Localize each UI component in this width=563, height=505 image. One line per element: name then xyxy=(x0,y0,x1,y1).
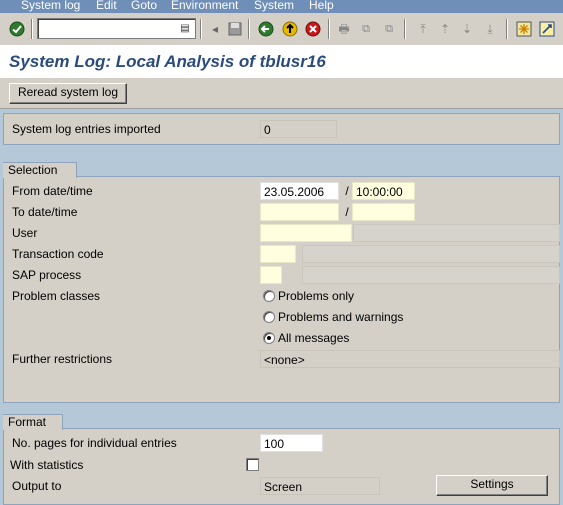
title-bar: System Log: Local Analysis of tblusr16 xyxy=(0,46,563,79)
user-description-field xyxy=(353,224,560,242)
menu-environment[interactable]: Environment xyxy=(171,0,238,12)
all-messages-label: All messages xyxy=(278,331,350,345)
exit-icon[interactable] xyxy=(281,20,299,38)
problem-classes-label: Problem classes xyxy=(9,287,259,305)
menu-edit[interactable]: Edit xyxy=(96,0,117,12)
to-datetime-label: To date/time xyxy=(9,203,259,221)
output-to-field[interactable]: Screen xyxy=(260,477,380,495)
pages-input[interactable]: 100 xyxy=(260,434,323,452)
find-next-icon[interactable]: ⧉ xyxy=(380,20,398,38)
toolbar-separator xyxy=(328,19,330,39)
last-page-icon[interactable]: ⤓ xyxy=(481,20,499,38)
toolbar-separator xyxy=(248,19,250,39)
toolbar-separator xyxy=(31,19,33,39)
back-icon[interactable] xyxy=(257,20,275,38)
reread-system-log-button[interactable]: Reread system log xyxy=(9,83,127,104)
command-field[interactable] xyxy=(37,18,196,39)
sap-process-input[interactable] xyxy=(260,266,282,284)
menu-system[interactable]: System xyxy=(254,0,294,12)
menu-bar: System log Edit Goto Environment System … xyxy=(0,0,563,13)
pages-label: No. pages for individual entries xyxy=(9,434,259,452)
save-icon[interactable] xyxy=(226,20,244,38)
with-statistics-label: With statistics xyxy=(7,456,242,474)
enter-icon[interactable] xyxy=(8,20,26,38)
toolbar-separator xyxy=(200,19,202,39)
application-toolbar: Reread system log xyxy=(0,79,563,109)
create-session-icon[interactable] xyxy=(515,20,533,38)
user-input[interactable] xyxy=(260,224,352,242)
output-to-label: Output to xyxy=(9,477,259,495)
command-history-icon[interactable]: ▤ xyxy=(179,22,191,35)
further-restrictions-label: Further restrictions xyxy=(9,350,259,368)
settings-button[interactable]: Settings xyxy=(436,475,548,496)
to-date-input[interactable] xyxy=(260,203,339,221)
first-page-icon[interactable]: ⤒ xyxy=(414,20,432,38)
sap-process-description-field xyxy=(302,266,560,284)
selection-header: Selection xyxy=(3,162,77,178)
page-title: System Log: Local Analysis of tblusr16 xyxy=(9,52,326,71)
from-time-input[interactable]: 10:00:00 xyxy=(352,182,415,200)
problems-and-warnings-radio[interactable] xyxy=(263,311,275,323)
transaction-code-description-field xyxy=(302,245,560,263)
sap-process-label: SAP process xyxy=(9,266,259,284)
all-messages-radio[interactable] xyxy=(263,332,275,344)
imported-count-field: 0 xyxy=(260,120,337,138)
previous-page-icon[interactable]: ⇡ xyxy=(436,20,454,38)
selection-panel: From date/time 23.05.2006 / 10:00:00 To … xyxy=(3,176,560,403)
transaction-code-input[interactable] xyxy=(260,245,296,263)
next-page-icon[interactable]: ⇣ xyxy=(458,20,476,38)
menu-goto[interactable]: Goto xyxy=(131,0,157,12)
from-date-input[interactable]: 23.05.2006 xyxy=(260,182,339,200)
menu-system-log[interactable]: System log xyxy=(21,0,80,12)
toolbar-separator xyxy=(404,19,406,39)
back-arrow-left-icon[interactable]: ◂ xyxy=(206,20,224,38)
further-restrictions-field[interactable]: <none> xyxy=(260,350,560,368)
menu-help[interactable]: Help xyxy=(309,0,334,12)
imported-label: System log entries imported xyxy=(9,120,259,138)
print-icon[interactable]: 🖶 xyxy=(335,20,353,38)
find-icon[interactable]: ⧉ xyxy=(357,20,375,38)
toolbar-separator xyxy=(506,19,508,39)
user-label: User xyxy=(9,224,259,242)
transaction-code-label: Transaction code xyxy=(9,245,259,263)
with-statistics-checkbox[interactable] xyxy=(246,458,259,471)
problems-only-label: Problems only xyxy=(278,289,355,303)
problems-only-radio[interactable] xyxy=(263,290,275,302)
from-datetime-label: From date/time xyxy=(9,182,259,200)
help-icon[interactable] xyxy=(538,20,556,38)
format-panel: No. pages for individual entries 100 Wit… xyxy=(3,428,560,505)
toolbar-icons: ◂ 🖶 ⧉ ⧉ ⤒ ⇡ ⇣ ⤓ xyxy=(200,13,563,46)
cancel-icon[interactable] xyxy=(304,20,322,38)
format-header: Format xyxy=(3,414,63,430)
problems-and-warnings-label: Problems and warnings xyxy=(278,310,404,324)
to-time-input[interactable] xyxy=(352,203,415,221)
imported-panel: System log entries imported 0 xyxy=(3,113,560,145)
